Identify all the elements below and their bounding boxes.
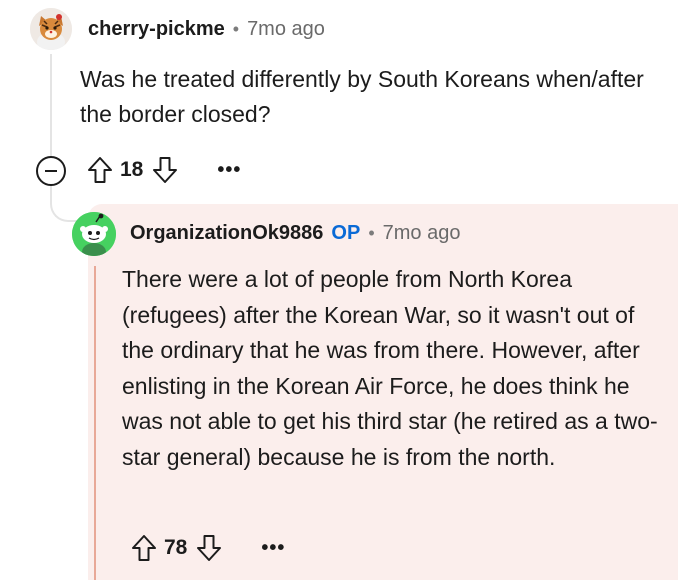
tiger-avatar[interactable] xyxy=(30,8,72,50)
parent-vote-count: 18 xyxy=(120,158,144,181)
reply-vote-count: 78 xyxy=(164,536,188,559)
reply-thread-line xyxy=(94,266,96,580)
upvote-arrow-icon[interactable] xyxy=(130,533,158,563)
separator-dot: • xyxy=(232,18,240,39)
parent-action-row: 18 ••• xyxy=(86,154,241,186)
reply-comment-body: There were a lot of people from North Ko… xyxy=(122,266,658,470)
collapse-minus-icon[interactable] xyxy=(36,156,66,186)
downvote-arrow-icon[interactable] xyxy=(151,155,179,185)
separator-dot: • xyxy=(368,222,375,243)
parent-timestamp[interactable]: 7mo ago xyxy=(247,18,325,41)
upvote-arrow-icon[interactable] xyxy=(86,155,114,185)
reply-username[interactable]: OrganizationOk9886 xyxy=(130,222,323,245)
reply-action-row: 78 ••• xyxy=(130,532,285,564)
parent-username[interactable]: cherry-pickme xyxy=(88,18,225,41)
thread-line xyxy=(50,54,52,156)
parent-comment-body: Was he treated differently by South Kore… xyxy=(80,66,644,127)
op-badge: OP xyxy=(331,221,361,244)
downvote-arrow-icon[interactable] xyxy=(195,533,223,563)
more-options-icon[interactable]: ••• xyxy=(261,537,285,560)
more-options-icon[interactable]: ••• xyxy=(217,159,241,182)
comment-thread: cherry-pickme • 7mo ago Was he treated d… xyxy=(0,0,700,580)
reply-comment-header: OrganizationOk9886 OP • 7mo ago xyxy=(130,219,460,247)
reply-timestamp[interactable]: 7mo ago xyxy=(383,222,461,245)
parent-comment-header: cherry-pickme • 7mo ago xyxy=(88,16,325,42)
snoo-avatar[interactable] xyxy=(72,212,116,256)
